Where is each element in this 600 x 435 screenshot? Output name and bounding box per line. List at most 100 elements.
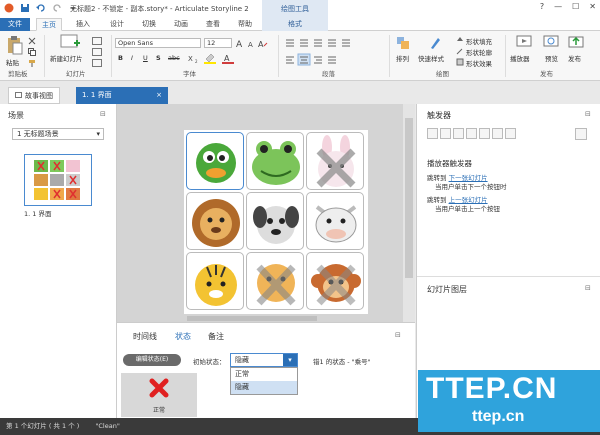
grow-font-icon[interactable]: A [236,38,246,48]
shrink-font-icon[interactable]: A [247,38,257,48]
tab-insert[interactable]: 插入 [70,18,96,31]
lion-card[interactable] [186,192,244,250]
shape-effects-button[interactable]: 形状效果 [466,58,492,68]
tab-current-slide[interactable]: 1. 1 界面 × [76,87,168,104]
clear-format-icon[interactable]: A [258,38,268,48]
ribbon-separator [44,35,45,77]
highlight-color-icon[interactable] [204,53,216,64]
new-slide-button[interactable]: 新建幻灯片 [50,53,83,63]
move-up-icon[interactable] [492,128,503,139]
shape-fill-button[interactable]: 形状填充 [466,36,492,46]
scene-dropdown[interactable]: 1 无标题场景 ▾ [12,128,104,140]
slide-layout-icon[interactable] [92,37,102,45]
shape-fill-icon[interactable] [456,36,464,44]
subscript-icon[interactable]: X2 [188,53,200,64]
duplicate-slide-icon[interactable] [92,48,102,56]
tab-timeline[interactable]: 时间线 [133,331,157,342]
story-view-label: 故事视图 [25,92,53,100]
preview-button[interactable]: 预览 [545,53,558,63]
slide-thumbnail[interactable] [24,154,92,206]
edit-states-button[interactable]: 编辑状态(E) [123,354,181,366]
panel-pin-icon[interactable]: ⊟ [585,284,591,292]
publish-icon[interactable] [568,35,584,49]
quick-styles-button[interactable]: 快速样式 [418,53,444,63]
arrange-button[interactable]: 排列 [396,53,409,63]
trigger-settings-icon[interactable] [575,128,587,140]
option-normal[interactable]: 正常 [231,368,297,381]
close-button[interactable]: ✕ [589,2,596,11]
app-icon [4,3,14,13]
tab-help[interactable]: 帮助 [232,18,258,31]
close-tab-icon[interactable]: × [156,87,162,104]
new-slide-icon[interactable] [60,34,80,50]
shape-outline-icon[interactable] [456,47,464,55]
vertical-scrollbar[interactable] [403,104,415,322]
bold-button[interactable]: B [118,54,123,62]
cow-card[interactable] [306,192,364,250]
format-painter-icon[interactable] [28,59,36,67]
panel-pin-icon[interactable]: ⊟ [100,110,106,118]
paste-button[interactable]: 粘贴 [6,57,19,67]
strikethrough-button[interactable]: abc [168,54,180,62]
new-trigger-icon[interactable] [427,128,438,139]
delete-trigger-icon[interactable] [479,128,490,139]
underline-button[interactable]: U [143,54,148,62]
font-size-combo[interactable]: 12 [204,38,232,48]
publish-button[interactable]: 发布 [568,53,581,63]
paste-trigger-icon[interactable] [466,128,477,139]
italic-button[interactable]: I [131,54,133,62]
tiger-card[interactable] [186,252,244,310]
trigger-toolbar [427,128,516,139]
option-hidden[interactable]: 隐藏 [231,381,297,394]
font-family-combo[interactable]: Open Sans [115,38,201,48]
copy-icon[interactable] [28,48,36,56]
maximize-button[interactable]: ☐ [572,2,579,11]
tab-format[interactable]: 格式 [262,18,328,31]
cut-icon[interactable] [28,37,36,45]
initial-state-select[interactable]: 隐藏 ▾ [230,353,298,367]
save-icon[interactable] [20,3,30,13]
move-down-icon[interactable] [505,128,516,139]
rabbit-card[interactable] [306,132,364,190]
tab-transitions[interactable]: 切换 [136,18,162,31]
edit-trigger-icon[interactable] [440,128,451,139]
tab-home[interactable]: 主页 [36,18,62,31]
giraffe-card[interactable] [246,252,304,310]
copy-trigger-icon[interactable] [453,128,464,139]
preview-icon[interactable] [543,35,559,49]
shape-outline-button[interactable]: 形状轮廓 [466,47,492,57]
player-button[interactable]: 播放器 [510,53,530,63]
quick-styles-icon[interactable] [428,36,442,50]
tab-view[interactable]: 查看 [200,18,226,31]
help-button[interactable]: ? [540,2,544,11]
tab-notes[interactable]: 备注 [208,331,224,342]
player-icon[interactable] [516,35,532,49]
font-color-icon[interactable]: A [222,53,234,64]
tab-file[interactable]: 文件 [0,18,30,31]
paragraph-tools-icon[interactable] [284,37,374,67]
horizontal-scrollbar[interactable] [187,316,317,321]
arrange-icon[interactable] [396,36,410,50]
drawing-group-label: 绘图 [436,70,449,78]
dog-card[interactable] [246,192,304,250]
duck-card[interactable] [186,132,244,190]
frog-card[interactable] [246,132,304,190]
minimize-button[interactable]: — [554,2,562,11]
paste-icon[interactable] [6,35,24,55]
tab-design[interactable]: 设计 [104,18,130,31]
monkey-card[interactable] [306,252,364,310]
shadow-button[interactable]: S [156,54,161,62]
redo-icon[interactable] [52,3,62,13]
tab-states[interactable]: 状态 [175,331,191,342]
title-bar: 无标题2 - 不锁定 - 副本.story* - Articulate Stor… [0,0,600,18]
tab-animations[interactable]: 动画 [168,18,194,31]
ribbon-separator [278,35,279,77]
shape-effects-icon[interactable] [456,58,464,66]
scrollbar-thumb[interactable] [405,118,413,278]
tab-story-view[interactable]: 故事视图 [8,87,60,104]
slide-master-icon[interactable] [92,59,102,67]
panel-pin-icon[interactable]: ⊟ [585,110,591,118]
undo-icon[interactable] [36,3,46,13]
panel-pin-icon[interactable]: ⊟ [395,331,401,339]
state-thumbnail-normal[interactable]: 正常 [121,373,197,417]
